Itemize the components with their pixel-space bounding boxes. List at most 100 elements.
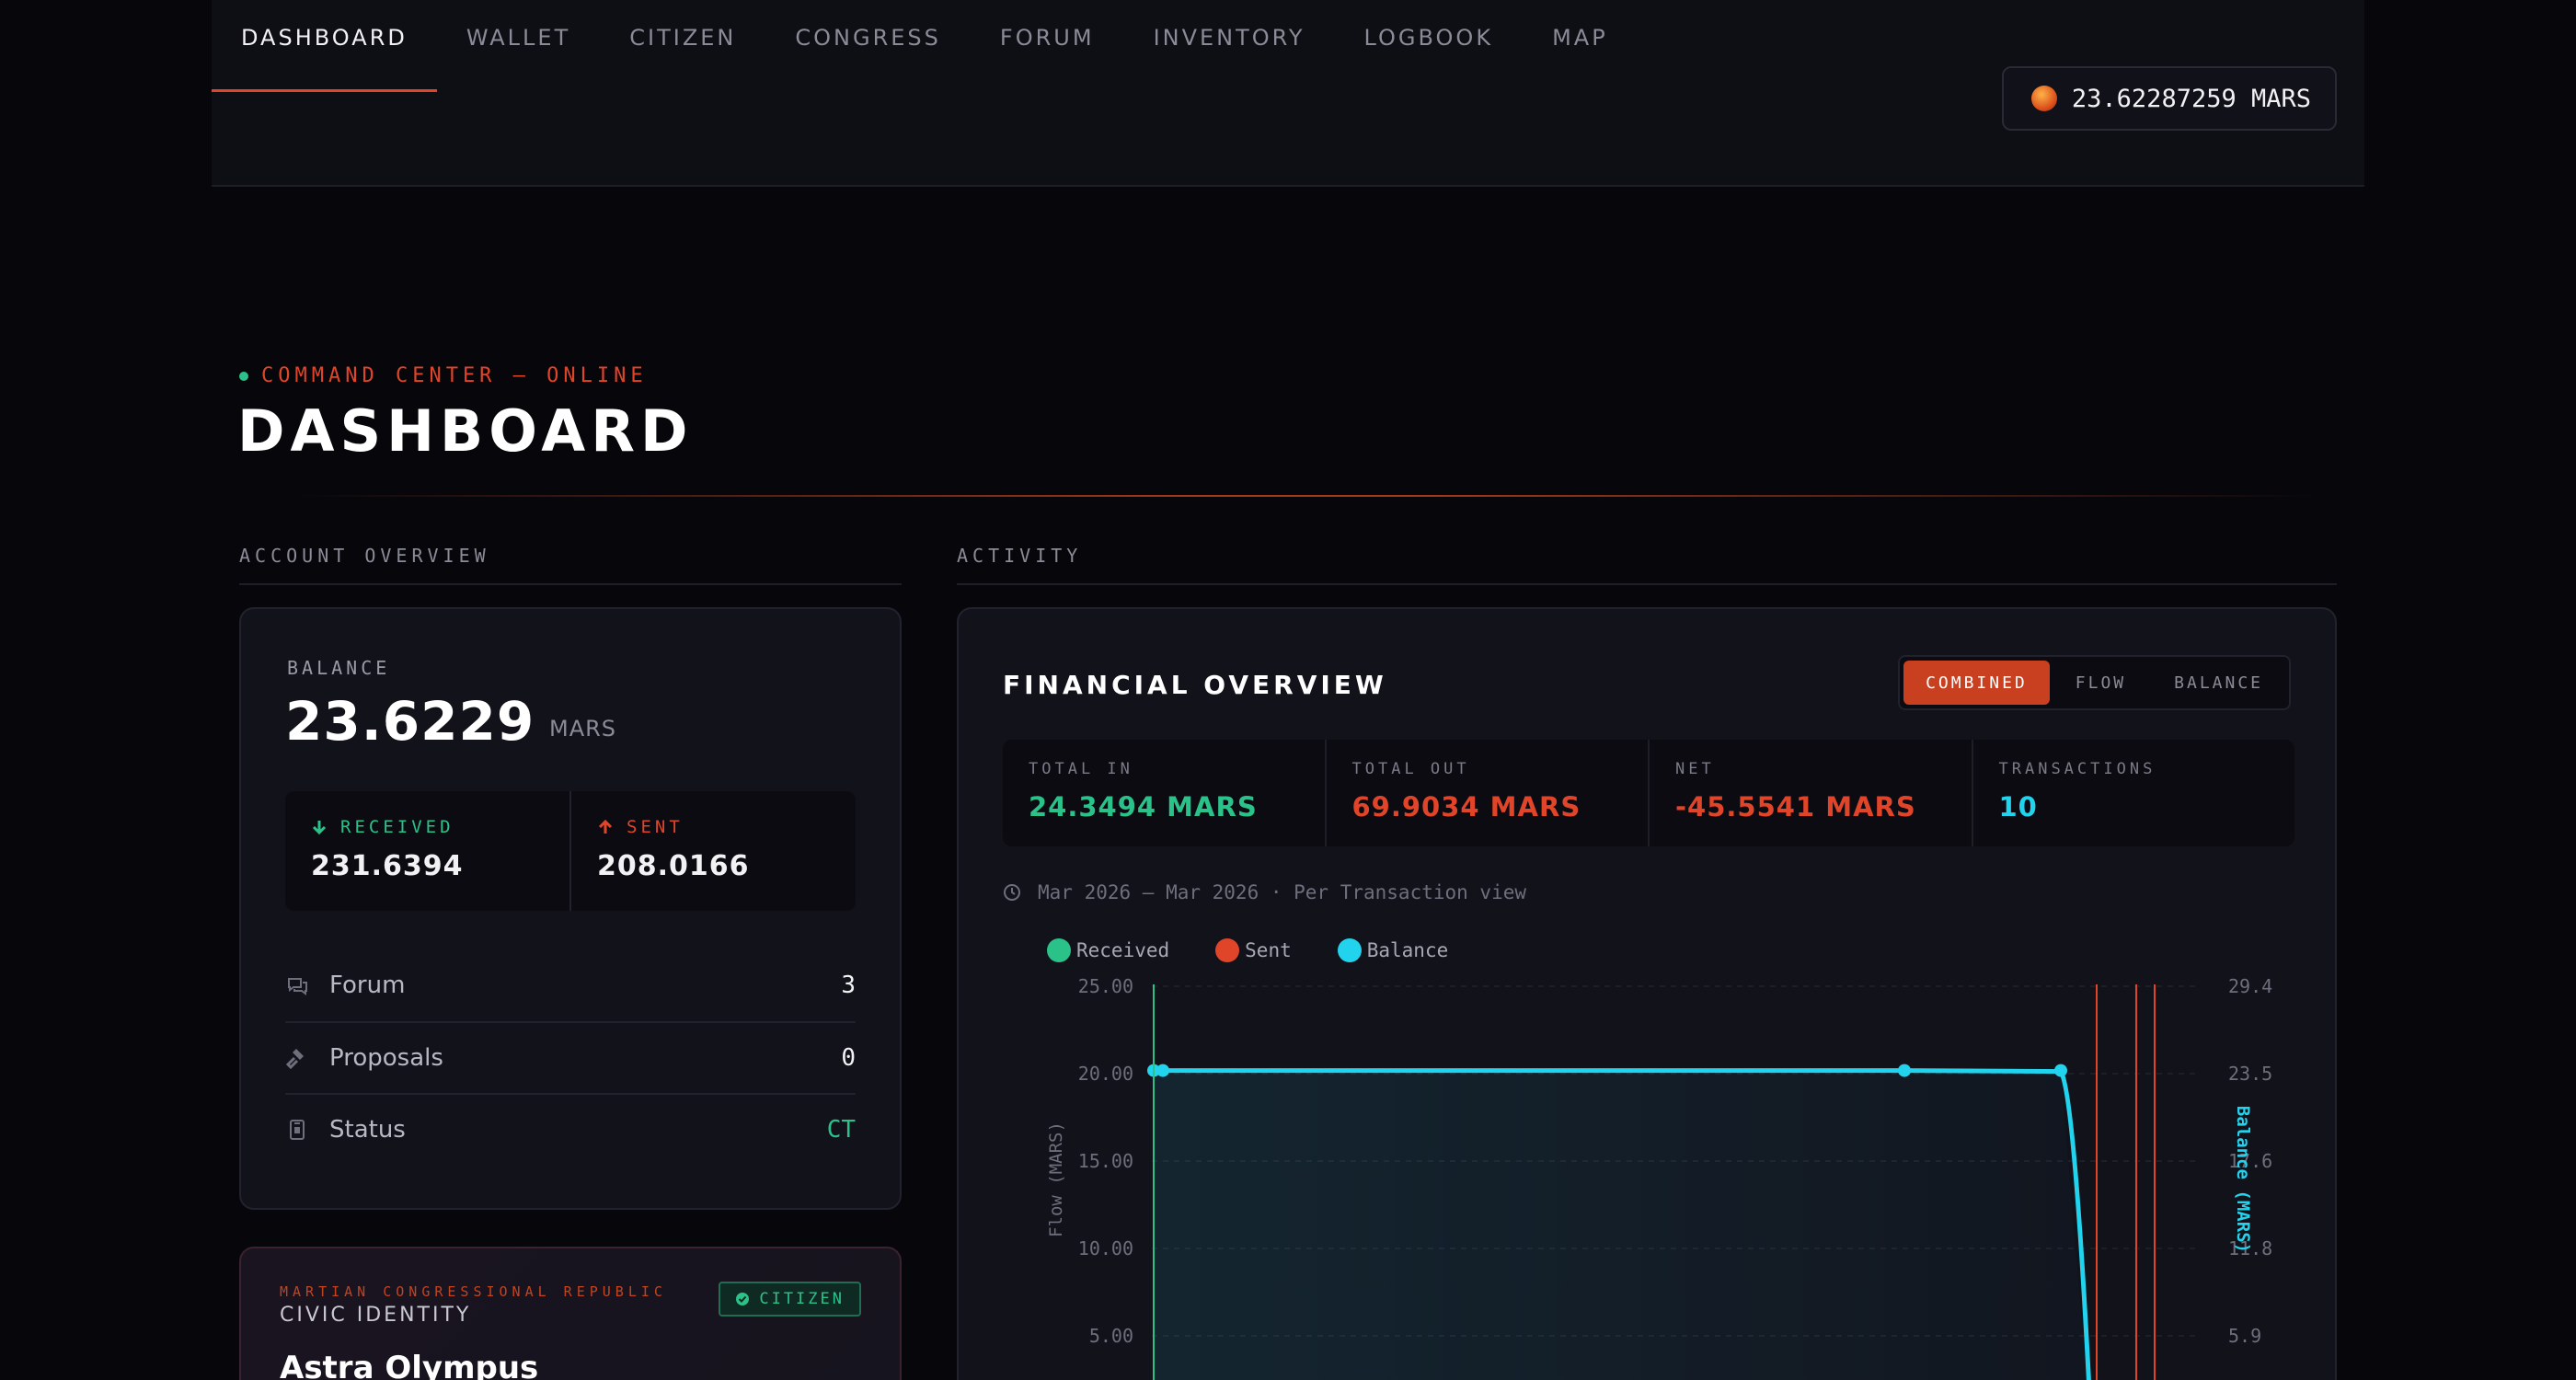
civic-republic-tag: MARTIAN CONGRESSIONAL REPUBLIC xyxy=(280,1283,667,1300)
mars-coin-icon xyxy=(2030,86,2057,111)
kpi-value: -45.5541 MARS xyxy=(1675,791,1916,822)
kpi-label: TOTAL OUT xyxy=(1351,760,1470,778)
online-indicator-icon xyxy=(239,371,248,381)
y-tick-label: 5.00 xyxy=(1089,1325,1133,1347)
sent-summary: SENT 208.0166 xyxy=(569,791,856,911)
y2-tick-label: 23.5 xyxy=(2228,1063,2272,1085)
stat-row-proposals[interactable]: Proposals 0 xyxy=(285,1021,856,1093)
received-label: RECEIVED xyxy=(340,817,454,837)
sent-value: 208.0166 xyxy=(597,850,750,882)
stat-proposals-left: Proposals xyxy=(285,1044,443,1072)
stat-row-status[interactable]: Status CT xyxy=(285,1093,856,1165)
mode-flow-button[interactable]: FLOW xyxy=(2053,661,2148,705)
kpi-total-out: TOTAL OUT 69.9034 MARS xyxy=(1324,740,1649,846)
clock-icon xyxy=(1004,884,1020,901)
wallet-balance-text: 23.62287259 MARS xyxy=(2071,84,2311,113)
stat-row-forum[interactable]: Forum 3 xyxy=(285,949,856,1021)
balance-unit: MARS xyxy=(549,716,617,742)
kpi-total-in: TOTAL IN 24.3494 MARS xyxy=(1003,740,1325,846)
arrow-up-icon xyxy=(598,819,613,834)
sent-header: SENT xyxy=(597,817,830,837)
legend-sent[interactable]: Sent xyxy=(1215,938,1292,962)
system-status: COMMAND CENTER — ONLINE xyxy=(239,364,648,387)
civic-title: CIVIC IDENTITY xyxy=(280,1304,472,1327)
top-navigation-bar: DASHBOARD WALLET CITIZEN CONGRESS FORUM INVEN… xyxy=(212,0,2364,187)
y2-axis-label: Balance (MARS) xyxy=(2233,1106,2253,1253)
balance-value: 23.6229 xyxy=(285,690,535,753)
kpi-label: NET xyxy=(1675,760,1715,778)
id-badge-icon xyxy=(290,1120,305,1140)
sent-label: SENT xyxy=(627,817,684,837)
check-circle-icon xyxy=(736,1293,750,1305)
section-divider-account xyxy=(239,583,902,585)
stat-label-proposals: Proposals xyxy=(329,1044,443,1072)
y2-tick-label: 5.9 xyxy=(2228,1325,2261,1347)
nav-tab-map[interactable]: MAP xyxy=(1523,0,1638,92)
section-label-account: ACCOUNT OVERVIEW xyxy=(239,545,490,567)
kpi-strip: TOTAL IN 24.3494 MARS TOTAL OUT 69.9034 MAR… xyxy=(1003,740,2294,846)
page-title: DASHBOARD xyxy=(237,397,694,465)
stat-label-status: Status xyxy=(329,1116,406,1144)
status-text: COMMAND CENTER — ONLINE xyxy=(261,364,648,387)
nav-tab-citizen[interactable]: CITIZEN xyxy=(600,0,765,92)
section-label-activity: ACTIVITY xyxy=(957,545,1083,567)
wallet-balance-pill[interactable]: 23.62287259 MARS xyxy=(2001,66,2337,131)
legend-balance[interactable]: Balance xyxy=(1337,938,1449,962)
chart-mode-toggle: COMBINED FLOW BALANCE xyxy=(1898,655,2291,710)
nav-tab-dashboard[interactable]: DASHBOARD xyxy=(212,0,437,92)
main-nav: DASHBOARD WALLET CITIZEN CONGRESS FORUM INVEN… xyxy=(212,0,1638,92)
gavel-icon xyxy=(285,1049,304,1070)
nav-tab-logbook[interactable]: LOGBOOK xyxy=(1334,0,1523,92)
y-axis-label: Flow (MARS) xyxy=(1046,1121,1066,1237)
nav-tab-forum[interactable]: FORUM xyxy=(971,0,1124,92)
mode-balance-button[interactable]: BALANCE xyxy=(2152,661,2285,705)
section-divider-activity xyxy=(957,583,2337,585)
legend-dot-sent xyxy=(1215,938,1240,962)
civic-identity-card: MARTIAN CONGRESSIONAL REPUBLIC CIVIC IDE… xyxy=(239,1247,902,1380)
legend-label-sent: Sent xyxy=(1245,939,1292,961)
legend-label-received: Received xyxy=(1076,939,1170,961)
financial-chart: 25.00 29.420.00 23.515.00 17.610.00 11.85.00… xyxy=(1046,975,2272,1380)
balance-point xyxy=(1898,1064,1911,1077)
legend-dot-received xyxy=(1047,938,1071,962)
arrow-down-icon xyxy=(312,821,327,835)
balance-point xyxy=(1156,1064,1169,1077)
stat-value-status: CT xyxy=(826,1116,856,1144)
y2-tick-label: 29.4 xyxy=(2228,975,2272,997)
kpi-label: TOTAL IN xyxy=(1029,760,1133,778)
y-tick-label: 10.00 xyxy=(1078,1237,1133,1259)
y-tick-label: 25.00 xyxy=(1078,975,1133,997)
stat-status-left: Status xyxy=(285,1116,406,1144)
stat-label-forum: Forum xyxy=(329,972,406,999)
flow-summary: RECEIVED 231.6394 SENT 208.0166 xyxy=(285,791,856,911)
y-tick-label: 20.00 xyxy=(1078,1063,1133,1085)
legend-received[interactable]: Received xyxy=(1047,938,1169,962)
chart-legend: Received Sent Balance xyxy=(1047,938,1448,962)
kpi-net: NET -45.5541 MARS xyxy=(1648,740,1972,846)
date-range-text: Mar 2026 — Mar 2026 · Per Transaction vi… xyxy=(1038,881,1527,903)
balance-point xyxy=(2054,1064,2067,1077)
stat-value-forum: 3 xyxy=(841,972,856,999)
kpi-value: 24.3494 MARS xyxy=(1029,791,1258,822)
balance-label: BALANCE xyxy=(287,657,391,679)
date-range: Mar 2026 — Mar 2026 · Per Transaction vi… xyxy=(1003,881,1526,903)
mode-combined-button[interactable]: COMBINED xyxy=(1903,661,2050,705)
title-divider xyxy=(294,495,2318,497)
received-header: RECEIVED xyxy=(311,817,544,837)
legend-dot-balance xyxy=(1337,938,1362,962)
stat-forum-left: Forum xyxy=(285,972,405,999)
chat-icon xyxy=(288,978,307,995)
nav-tab-inventory[interactable]: INVENTORY xyxy=(1124,0,1335,92)
kpi-transactions: TRANSACTIONS 10 xyxy=(1971,740,2295,846)
legend-label-balance: Balance xyxy=(1366,939,1449,961)
nav-tab-wallet[interactable]: WALLET xyxy=(437,0,600,92)
stat-value-proposals: 0 xyxy=(841,1044,856,1072)
citizen-badge: CITIZEN xyxy=(719,1282,861,1317)
kpi-value: 69.9034 MARS xyxy=(1351,791,1581,822)
received-summary: RECEIVED 231.6394 xyxy=(285,791,569,911)
balance-area xyxy=(1154,1070,2087,1380)
y-tick-label: 15.00 xyxy=(1078,1150,1133,1172)
kpi-value: 10 xyxy=(1998,791,2038,822)
received-value: 231.6394 xyxy=(311,850,464,882)
nav-tab-congress[interactable]: CONGRESS xyxy=(765,0,971,92)
